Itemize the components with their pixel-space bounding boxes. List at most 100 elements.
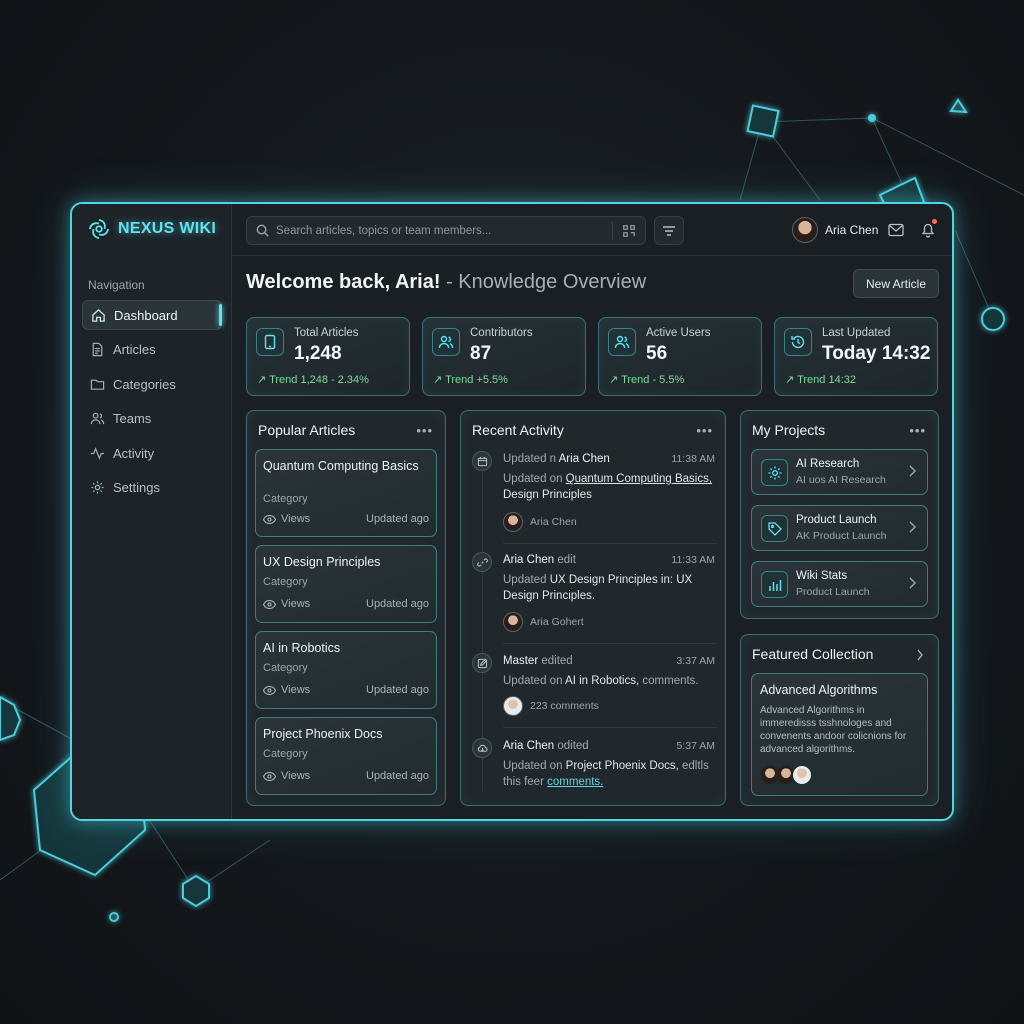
article-title: Project Phoenix Docs [263,727,383,741]
cloud-icon [472,738,492,758]
article-category: Category [263,662,308,674]
edit-icon [472,653,492,673]
activity-time: 11:33 AM [671,554,715,566]
more-options-icon[interactable]: ••• [696,423,713,438]
sidebar-item-teams[interactable]: Teams [82,404,222,434]
article-card[interactable]: Project Phoenix Docs Category Views Upda… [255,717,437,795]
nav-heading: Navigation [88,278,145,292]
stat-value: 87 [470,343,492,364]
article-views: Views [263,513,310,525]
stat-card-active-users[interactable]: Active Users 56 ↗ Trend - 5.5% [598,317,762,396]
more-options-icon[interactable]: ••• [909,423,926,438]
article-category: Category [263,493,308,505]
users-icon [432,328,460,356]
notification-dot [932,219,937,224]
activity-time: 11:38 AM [671,453,715,465]
article-card[interactable]: Quantum Computing Basics Category Views … [255,449,437,537]
featured-card[interactable]: Advanced Algorithms Advanced Algorithms … [751,673,928,796]
mail-icon[interactable] [888,223,904,237]
article-views: Views [263,684,310,696]
comments-link[interactable]: comments. [547,776,603,788]
sidebar-item-categories[interactable]: Categories [82,369,222,399]
article-card[interactable]: UX Design Principles Category Views Upda… [255,545,437,623]
activity-time: 5:37 AM [676,740,715,752]
project-item-product-launch[interactable]: Product Launch AK Product Launch [751,505,928,551]
recent-activity-panel: Recent Activity ••• Updated n Aria Chen … [460,410,726,806]
new-article-button[interactable]: New Article [853,269,939,298]
user-menu[interactable]: Aria Chen [792,217,878,243]
calendar-icon [472,451,492,471]
article-updated: Updated ago [366,770,429,782]
qr-scan-icon[interactable] [622,224,636,238]
article-category: Category [263,748,308,760]
article-category: Category [263,576,308,588]
stat-card-total-articles[interactable]: Total Articles 1,248 ↗ Trend 1,248 - 2.3… [246,317,410,396]
my-projects-panel: My Projects ••• AI Research AI uos AI Re… [740,410,939,619]
app-name: NEXUS WIKI [118,220,217,237]
sidebar-item-settings[interactable]: Settings [82,473,222,503]
article-updated: Updated ago [366,684,429,696]
activity-heading: Updated n Aria Chen [503,453,610,465]
avatar-group [760,765,812,785]
article-updated: Updated ago [366,598,429,610]
stat-card-contributors[interactable]: Contributors 87 ↗ Trend +5.5% [422,317,586,396]
project-name: Wiki Stats [796,570,848,582]
link-icon [472,552,492,572]
chevron-right-icon[interactable] [916,649,924,661]
search-divider [612,221,613,240]
stat-label: Contributors [470,327,533,339]
eye-icon [263,599,276,609]
users-icon [608,328,636,356]
sidebar-item-activity[interactable]: Activity [82,438,222,468]
project-subtitle: AK Product Launch [796,530,887,542]
more-options-icon[interactable]: ••• [416,423,433,438]
history-icon [784,328,812,356]
project-item-ai-research[interactable]: AI Research AI uos AI Research [751,449,928,495]
separator [503,727,717,728]
welcome-subtitle: - Knowledge Overview [446,271,647,293]
stat-label: Total Articles [294,327,359,339]
eye-icon [263,771,276,781]
article-card[interactable]: AI in Robotics Category Views Updated ag… [255,631,437,709]
panel-title: Featured Collection [752,646,874,662]
app-logo[interactable]: NEXUS WIKI [88,218,216,240]
project-item-wiki-stats[interactable]: Wiki Stats Product Launch [751,561,928,607]
article-updated: Updated ago [366,513,429,525]
activity-heading: Aria Chen edit [503,554,576,566]
panel-title: Popular Articles [258,422,356,438]
project-name: AI Research [796,458,860,470]
sidebar-item-dashboard[interactable]: Dashboard [82,300,222,330]
stat-trend: ↗ Trend +5.5% [433,374,508,386]
activity-text: Updated on AI in Robotics, comments. [503,675,699,687]
sidebar-item-articles[interactable]: Articles [82,335,222,365]
search-input[interactable] [270,224,612,237]
activity-author: Aria Gohert [503,612,584,632]
tag-icon [761,515,788,542]
stat-value: Today 14:32 [822,343,931,364]
sidebar-item-label: Activity [113,445,155,461]
activity-item[interactable]: Aria Chen odited 5:37 AM Updated on Proj… [469,738,717,805]
stat-label: Last Updated [822,327,891,339]
bar-chart-icon [761,571,788,598]
filter-button[interactable] [654,216,684,245]
gear-icon [761,459,788,486]
activity-item[interactable]: Master edited 3:37 AM Updated on AI in R… [469,653,717,723]
user-name: Aria Chen [825,223,879,237]
stat-trend: ↗ Trend 14:32 [785,374,856,386]
sidebar-item-label: Teams [113,411,152,426]
stat-value: 56 [646,343,668,364]
stat-card-last-updated[interactable]: Last Updated Today 14:32 ↗ Trend 14:32 [774,317,938,396]
sidebar: NEXUS WIKI Navigation Dashboard Articles… [72,204,232,819]
document-icon [92,342,103,357]
sidebar-item-label: Dashboard [114,307,178,323]
separator [503,643,717,644]
top-bar: Aria Chen [232,204,952,256]
app-window: NEXUS WIKI Navigation Dashboard Articles… [70,202,954,821]
featured-collection-panel: Featured Collection Advanced Algorithms … [740,634,939,806]
sidebar-item-label: Categories [113,376,176,392]
eye-icon [263,685,276,695]
stat-value: 1,248 [294,343,342,364]
activity-time: 3:37 AM [676,655,715,667]
activity-item[interactable]: Updated n Aria Chen 11:38 AM Updated on … [469,451,717,537]
activity-item[interactable]: Aria Chen edit 11:33 AM Updated UX Desig… [469,552,717,638]
